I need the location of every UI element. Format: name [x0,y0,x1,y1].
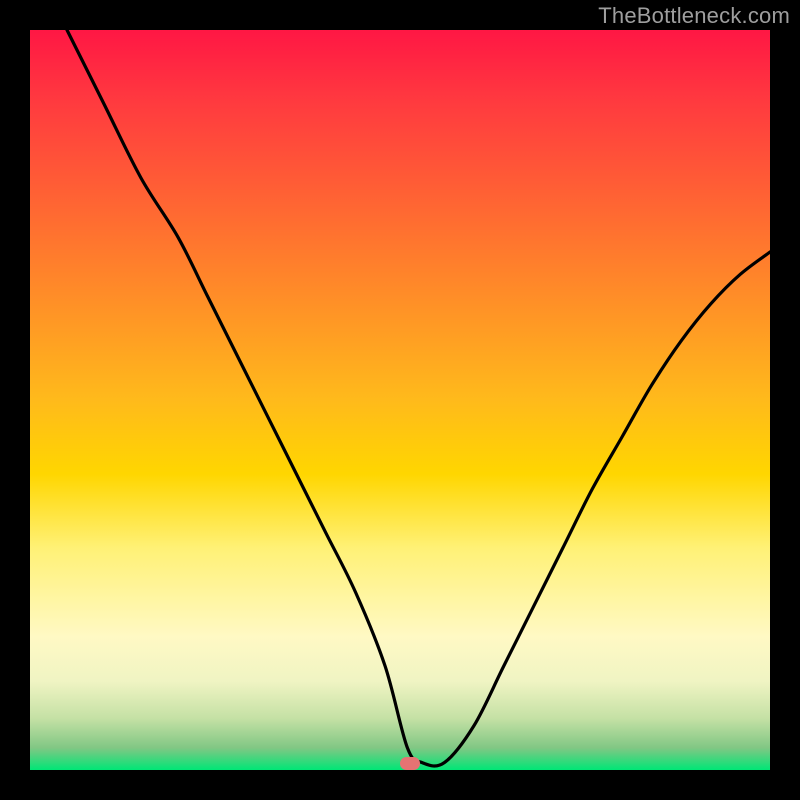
watermark-text: TheBottleneck.com [598,3,790,29]
optimum-marker [400,757,420,770]
bottleneck-curve [30,30,770,770]
chart-frame: TheBottleneck.com [0,0,800,800]
